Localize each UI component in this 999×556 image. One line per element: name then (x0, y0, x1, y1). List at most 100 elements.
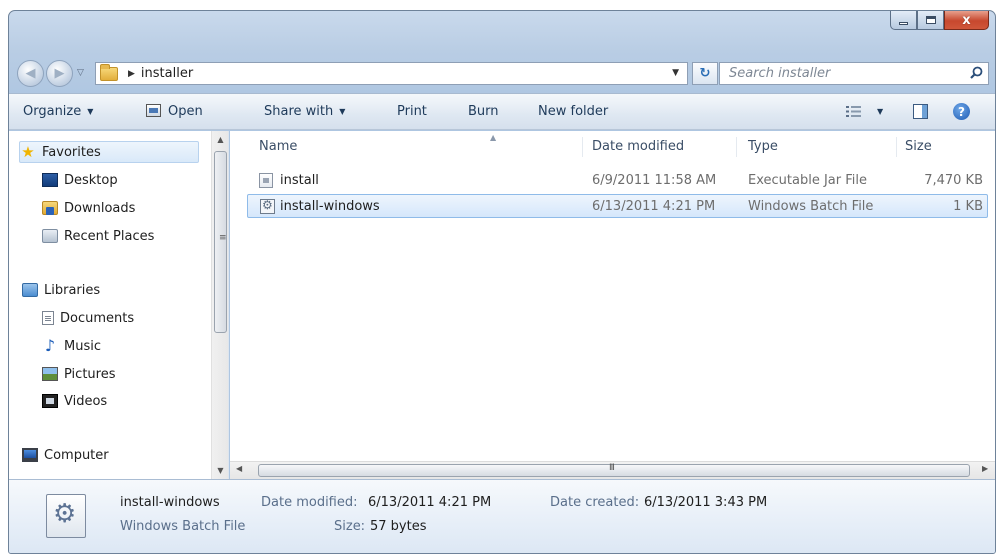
column-header-type[interactable]: Type (748, 131, 778, 161)
details-created-label: Date created: (550, 495, 640, 510)
nav-item-label: Documents (60, 310, 135, 326)
search-icon[interactable] (970, 66, 983, 79)
details-size-label: Size: (334, 519, 366, 534)
command-bar: Organize ▼ Open Share with ▼ Print Burn Ne… (9, 93, 995, 130)
share-with-label: Share with (264, 104, 334, 119)
explorer-window: x ◀ ▶ ▽ ▶ installer ▼ ↻ Organize ▼ Open S… (8, 10, 996, 554)
details-size-value: 57 bytes (370, 519, 427, 534)
file-type: Executable Jar File (748, 173, 867, 188)
minimize-button[interactable] (890, 11, 917, 30)
forward-button[interactable]: ▶ (46, 60, 73, 87)
views-icon[interactable] (846, 105, 862, 118)
table-row[interactable]: install 6/9/2011 11:58 AM Executable Jar… (247, 169, 988, 193)
help-icon[interactable]: ? (953, 103, 970, 120)
open-button[interactable]: Open (146, 104, 203, 119)
column-header-name[interactable]: Name (259, 131, 297, 161)
details-file-kind: Windows Batch File (120, 519, 246, 534)
nav-scroll-thumb[interactable]: ≡ (214, 151, 227, 333)
column-divider[interactable] (896, 137, 897, 157)
caption-buttons: x (890, 11, 989, 30)
star-icon: ★ (21, 143, 35, 161)
refresh-icon: ↻ (699, 66, 711, 81)
nav-pane-scrollbar[interactable]: ▲ ≡ ▼ (211, 131, 228, 479)
maximize-button[interactable] (917, 11, 944, 30)
open-icon (146, 104, 161, 117)
scroll-down-icon[interactable]: ▼ (212, 466, 229, 475)
file-name: install (280, 173, 319, 188)
horizontal-scroll-thumb[interactable]: III (258, 463, 970, 477)
search-input[interactable] (729, 66, 959, 81)
nav-item-computer[interactable]: Computer (22, 444, 109, 466)
address-row: ◀ ▶ ▽ ▶ installer ▼ ↻ (9, 56, 995, 90)
open-label: Open (168, 104, 203, 119)
print-button[interactable]: Print (397, 104, 427, 119)
videos-icon (42, 394, 58, 408)
batch-file-icon (260, 198, 275, 214)
share-with-button[interactable]: Share with ▼ (264, 104, 345, 119)
table-row[interactable]: install-windows 6/13/2011 4:21 PM Window… (247, 194, 988, 218)
pictures-icon (42, 367, 58, 381)
grip-icon: III (609, 463, 615, 473)
nav-item-label: Computer (44, 447, 109, 463)
nav-item-favorites[interactable]: ★ Favorites (19, 141, 199, 163)
column-divider[interactable] (582, 137, 583, 157)
nav-item-recent-places[interactable]: Recent Places (42, 225, 154, 247)
nav-item-label: Favorites (42, 144, 101, 160)
details-modified-label: Date modified: (261, 495, 358, 510)
views-dropdown-icon[interactable]: ▼ (877, 107, 883, 116)
column-divider[interactable] (736, 137, 737, 157)
nav-item-pictures[interactable]: Pictures (42, 363, 115, 385)
horizontal-scrollbar[interactable]: ◀ III ▶ (230, 461, 995, 479)
folder-icon (100, 63, 118, 81)
details-modified-value: 6/13/2011 4:21 PM (368, 495, 492, 510)
recent-places-icon (42, 229, 58, 243)
nav-item-videos[interactable]: Videos (42, 390, 107, 412)
back-button[interactable]: ◀ (17, 60, 44, 87)
column-header-size[interactable]: Size (905, 131, 932, 161)
refresh-button[interactable]: ↻ (692, 62, 718, 85)
close-button[interactable]: x (944, 11, 989, 30)
details-pane: install-windows Windows Batch File Date … (9, 479, 995, 553)
sort-ascending-icon: ▲ (490, 133, 497, 142)
back-arrow-icon: ◀ (25, 66, 36, 81)
desktop-icon (42, 173, 58, 187)
nav-item-music[interactable]: ♪ Music (42, 335, 101, 357)
breadcrumb-installer[interactable]: installer (141, 66, 193, 81)
close-icon: x (962, 12, 971, 28)
scroll-right-icon[interactable]: ▶ (982, 464, 988, 473)
column-header-date-modified[interactable]: Date modified (592, 131, 684, 161)
minimize-icon (899, 21, 908, 25)
details-created-value: 6/13/2011 3:43 PM (644, 495, 768, 510)
organize-button[interactable]: Organize ▼ (23, 104, 93, 119)
nav-item-label: Recent Places (64, 228, 155, 244)
libraries-icon (22, 283, 38, 297)
nav-item-downloads[interactable]: Downloads (42, 197, 135, 219)
scroll-left-icon[interactable]: ◀ (236, 464, 242, 473)
forward-arrow-icon: ▶ (54, 66, 65, 81)
recent-pages-dropdown[interactable]: ▽ (77, 68, 84, 78)
scroll-up-icon[interactable]: ▲ (212, 135, 229, 144)
nav-item-libraries[interactable]: Libraries (22, 279, 100, 301)
nav-item-desktop[interactable]: Desktop (42, 169, 118, 191)
details-file-name: install-windows (120, 495, 220, 510)
file-type: Windows Batch File (748, 199, 874, 214)
music-note-icon: ♪ (44, 336, 56, 355)
file-list: ▲ Name Date modified Type Size install 6… (230, 131, 995, 479)
chevron-down-icon: ▼ (87, 107, 94, 116)
nav-item-label: Pictures (64, 366, 116, 382)
file-size: 7,470 KB (924, 173, 983, 188)
address-history-dropdown[interactable]: ▼ (672, 68, 679, 78)
address-bar[interactable]: ▶ installer ▼ (95, 62, 688, 85)
burn-button[interactable]: Burn (468, 104, 499, 119)
search-box[interactable] (719, 62, 989, 85)
file-date: 6/9/2011 11:58 AM (592, 173, 717, 188)
file-size: 1 KB (953, 199, 983, 214)
nav-item-label: Desktop (64, 172, 118, 188)
new-folder-button[interactable]: New folder (538, 104, 608, 119)
navigation-pane: ★ Favorites Desktop Downloads Recent Pla… (9, 131, 229, 479)
breadcrumb-chevron-icon[interactable]: ▶ (128, 69, 135, 79)
nav-item-documents[interactable]: Documents (42, 307, 134, 329)
preview-pane-icon[interactable] (913, 104, 928, 119)
nav-item-label: Music (64, 338, 101, 354)
file-name: install-windows (280, 199, 380, 214)
